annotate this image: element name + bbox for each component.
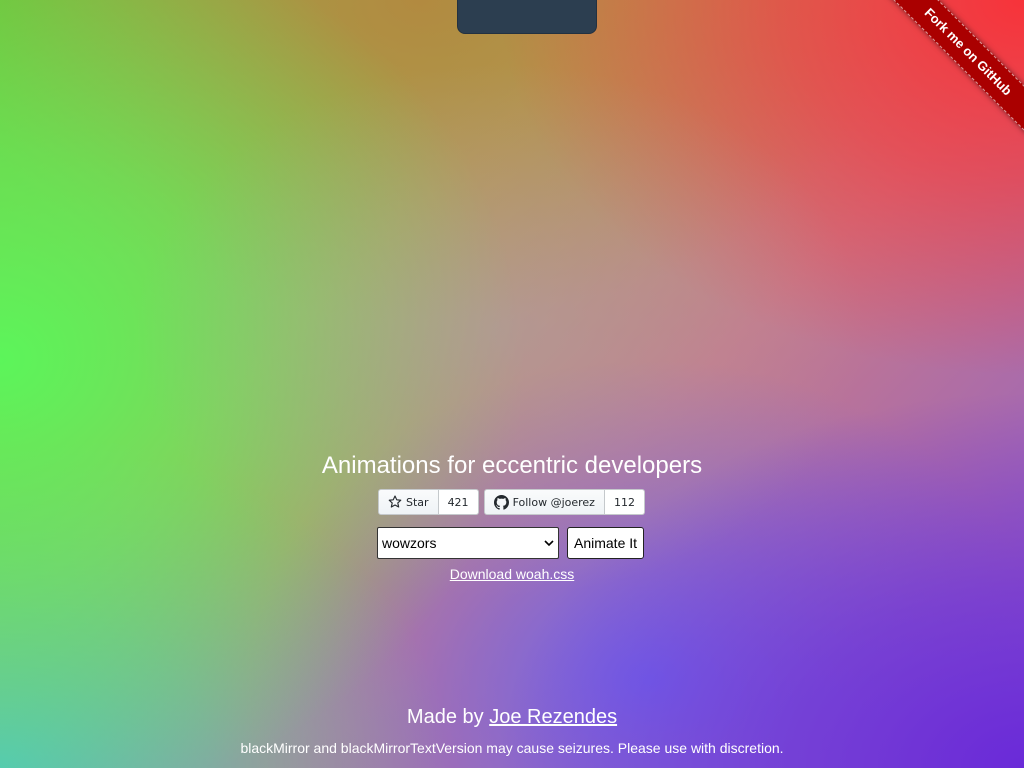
star-count[interactable]: 421 [438, 489, 479, 515]
animate-button[interactable]: Animate It [567, 527, 645, 559]
star-icon [388, 495, 402, 508]
author-link[interactable]: Joe Rezendes [489, 706, 617, 728]
made-by-prefix: Made by [406, 706, 484, 728]
download-row: Download woah.css [0, 566, 1024, 582]
animation-select[interactable]: wowzors [377, 527, 559, 559]
made-by: Made by Joe Rezendes [0, 706, 1024, 729]
fork-me-ribbon[interactable]: Fork me on GitHub [885, 0, 1024, 135]
star-button-main[interactable]: Star [378, 489, 439, 515]
follower-count[interactable]: 112 [604, 489, 645, 515]
download-link[interactable]: Download woah.css [450, 566, 575, 582]
fork-ribbon-container: Fork me on GitHub [874, 0, 1024, 150]
page-tagline: Animations for eccentric developers [321, 452, 703, 479]
demo-box [457, 0, 597, 34]
github-follow-button[interactable]: Follow @joerez 112 [483, 489, 645, 515]
animation-controls: wowzors Animate It [377, 527, 645, 559]
github-icon [493, 494, 509, 510]
follow-button-main[interactable]: Follow @joerez [483, 489, 605, 515]
github-buttons: Star 421 Follow @joerez 112 [378, 489, 645, 515]
seizure-warning: blackMirror and blackMirrorTextVersion m… [240, 740, 784, 756]
animation-select-value: wowzors [382, 535, 437, 551]
follow-label: Follow @joerez [512, 495, 595, 509]
star-label: Star [406, 495, 429, 509]
chevron-down-icon [544, 540, 554, 547]
github-star-button[interactable]: Star 421 [378, 489, 479, 515]
